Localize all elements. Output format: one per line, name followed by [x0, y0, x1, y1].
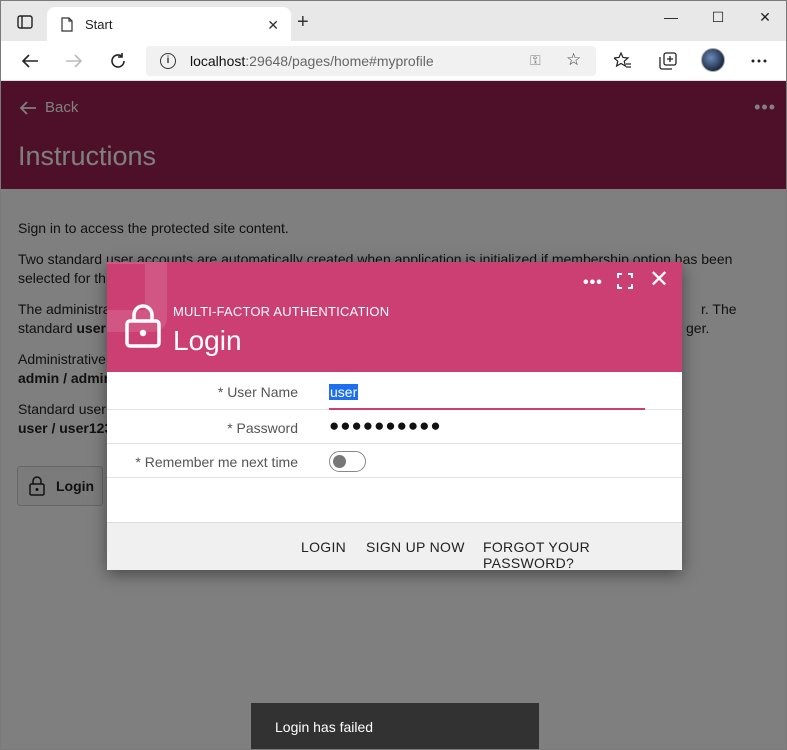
toggle-knob [333, 454, 346, 468]
remember-toggle[interactable] [329, 451, 366, 472]
profile-avatar[interactable] [701, 48, 725, 72]
info-icon[interactable]: i [160, 53, 176, 69]
browser-toolbar: i localhost:29648/pages/home#myprofile ⚿… [1, 41, 786, 81]
dialog-subtitle: MULTI-FACTOR AUTHENTICATION [173, 304, 390, 319]
tab-title: Start [85, 17, 113, 32]
fullscreen-icon[interactable] [617, 273, 633, 289]
remember-row: * Remember me next time [107, 444, 682, 478]
password-row: * Password ●●●●●●●●●● [107, 410, 682, 444]
forgot-password-button[interactable]: FORGOT YOUR PASSWORD? [483, 539, 682, 571]
dialog-close-icon[interactable]: ✕ [649, 268, 669, 292]
browser-tab[interactable]: Start ✕ [47, 7, 291, 41]
dialog-title: Login [173, 325, 242, 356]
password-label: * Password [227, 420, 298, 436]
more-menu-icon[interactable] [747, 49, 771, 73]
address-bar[interactable]: i localhost:29648/pages/home#myprofile ⚿… [146, 46, 596, 76]
close-window-icon[interactable]: ✕ [755, 9, 775, 26]
url-text[interactable]: localhost:29648/pages/home#myprofile [190, 53, 434, 69]
forward-arrow-icon[interactable] [62, 49, 86, 73]
dialog-more-icon[interactable]: ••• [583, 274, 603, 292]
add-favorite-icon[interactable]: ☆ [566, 50, 581, 70]
lock-icon [125, 304, 161, 348]
tab-close-icon[interactable]: ✕ [267, 17, 279, 34]
password-input[interactable]: ●●●●●●●●●● [329, 416, 442, 436]
login-dialog: MULTI-FACTOR AUTHENTICATION Login ••• ✕ … [107, 262, 682, 571]
signup-button[interactable]: SIGN UP NOW [366, 539, 465, 555]
remember-label: * Remember me next time [135, 454, 298, 470]
tab-strip: Start ✕ + — ☐ ✕ [1, 1, 786, 41]
username-label: * User Name [217, 384, 298, 400]
dialog-footer: LOGIN SIGN UP NOW FORGOT YOUR PASSWORD? [107, 522, 682, 571]
favorites-icon[interactable] [611, 49, 635, 73]
dialog-header: MULTI-FACTOR AUTHENTICATION Login ••• ✕ [107, 262, 682, 372]
login-action-button[interactable]: LOGIN [301, 539, 346, 555]
minimize-icon[interactable]: — [661, 9, 681, 25]
login-form: * User Name user * Password ●●●●●●●●●● *… [107, 372, 682, 478]
page-icon [61, 17, 73, 32]
maximize-window-icon[interactable]: ☐ [708, 9, 728, 26]
browser-window: Start ✕ + — ☐ ✕ i localhost:29648/pages/… [0, 0, 787, 750]
error-snackbar: Login has failed [251, 703, 539, 749]
refresh-icon[interactable] [106, 49, 130, 73]
back-arrow-icon[interactable] [18, 49, 42, 73]
new-tab-icon[interactable]: + [297, 12, 309, 32]
key-icon[interactable]: ⚿ [530, 52, 541, 69]
username-input[interactable]: user [329, 382, 645, 410]
collections-icon[interactable] [656, 49, 680, 73]
tab-actions-icon[interactable] [13, 12, 37, 32]
snackbar-message: Login has failed [275, 719, 374, 735]
username-row: * User Name user [107, 372, 682, 410]
